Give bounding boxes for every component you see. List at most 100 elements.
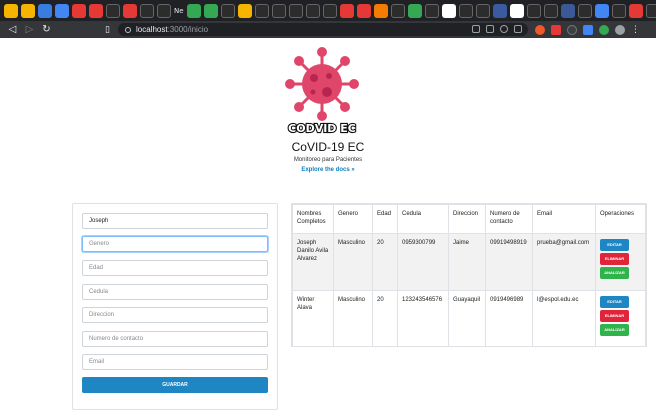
column-header: Cedula (397, 204, 449, 234)
profile-avatar[interactable] (615, 24, 625, 35)
tab-favicon[interactable] (288, 3, 303, 18)
tab-favicon[interactable] (72, 3, 86, 18)
back-icon[interactable]: ◁ (4, 24, 21, 35)
tab-favicon[interactable] (106, 3, 120, 18)
translate-extension-icon[interactable] (583, 24, 593, 35)
table-cell: 20 (372, 290, 398, 347)
patient-form: Joseph Genero Edad Cedula Direccion Nume… (72, 203, 278, 410)
tab-favicon[interactable] (157, 3, 171, 18)
eliminar-button[interactable]: ELIMINAR (600, 253, 629, 265)
tab-favicon[interactable] (560, 3, 575, 18)
analizar-button[interactable]: ANALIZAR (600, 324, 629, 336)
table-cell: l@espol.edu.ec (532, 290, 596, 347)
tab-favicon[interactable] (305, 3, 320, 18)
tab-favicon[interactable] (492, 3, 507, 18)
tab-favicon[interactable] (89, 3, 103, 18)
tab-favicon[interactable] (203, 3, 218, 18)
browser-toolbar: ◁ ▷ ↻ ▯ localhost:3000/inicio ⋮ (0, 21, 656, 38)
direccion-input[interactable]: Direccion (82, 307, 268, 323)
table-row: Joseph Danilo Avila Alvarez Masculino 20… (292, 233, 646, 291)
table-cell: Guayaquil (448, 290, 486, 347)
zoom-icon[interactable] (500, 25, 508, 33)
explore-docs-link[interactable]: Explore the docs » (0, 167, 656, 173)
tab-favicon[interactable] (356, 3, 371, 18)
edad-input[interactable]: Edad (82, 260, 268, 276)
table-cell: Joseph Danilo Avila Alvarez (292, 233, 334, 291)
tab-favicon[interactable] (237, 3, 252, 18)
tab-favicon[interactable] (441, 3, 456, 18)
table-cell: prueba@gmail.com (532, 233, 596, 291)
tab-favicon[interactable] (390, 3, 405, 18)
tab-favicon[interactable] (339, 3, 354, 18)
tab-favicon[interactable] (55, 3, 69, 18)
tab-favicon[interactable] (475, 3, 490, 18)
tab-favicon[interactable] (123, 3, 137, 18)
operations-cell: EDITAR ELIMINAR ANALIZAR (595, 290, 646, 347)
analizar-button[interactable]: ANALIZAR (600, 267, 629, 279)
tab-favicon[interactable] (254, 3, 269, 18)
menu-icon[interactable]: ⋮ (631, 24, 640, 35)
codvid-logo: CODVID EC (285, 47, 359, 136)
tab-favicon[interactable] (21, 3, 35, 18)
tab-favicon[interactable] (407, 3, 422, 18)
column-header: Numero de contacto (485, 204, 533, 234)
tab-favicon[interactable] (628, 3, 643, 18)
extension-icon[interactable] (567, 24, 577, 35)
forward-icon[interactable]: ▷ (21, 24, 38, 35)
eliminar-button[interactable]: ELIMINAR (600, 310, 629, 322)
nombre-input[interactable]: Joseph (82, 213, 268, 229)
tab-favicon[interactable] (509, 3, 524, 18)
tab-favicon[interactable] (322, 3, 337, 18)
extensions-bar: ⋮ (535, 24, 640, 35)
editar-button[interactable]: EDITAR (600, 296, 629, 308)
table-cell: 123243546576 (397, 290, 449, 347)
tab-favicon[interactable] (611, 3, 626, 18)
numero-contacto-input[interactable]: Numero de contacto (82, 331, 268, 347)
tab-favicon[interactable] (186, 3, 201, 18)
star-icon[interactable] (514, 25, 522, 33)
tab-favicon[interactable] (594, 3, 609, 18)
translate-icon[interactable] (472, 25, 480, 33)
extension-icon[interactable] (551, 24, 561, 35)
tab-favicon[interactable] (424, 3, 439, 18)
cedula-input[interactable]: Cedula (82, 284, 268, 300)
column-header: Direccion (448, 204, 486, 234)
site-info-icon[interactable] (125, 26, 131, 33)
tab-label[interactable]: Ne (174, 4, 184, 18)
tab-favicon[interactable] (458, 3, 473, 18)
email-input[interactable]: Email (82, 354, 268, 370)
table-cell: 0919496989 (485, 290, 533, 347)
table-cell: 09919498919 (485, 233, 533, 291)
table-cell: Masculino (333, 233, 373, 291)
tab-favicon[interactable] (4, 3, 18, 18)
tab-favicon[interactable] (526, 3, 541, 18)
column-header: Edad (372, 204, 398, 234)
editar-button[interactable]: EDITAR (600, 239, 629, 251)
address-bar[interactable]: localhost:3000/inicio (118, 23, 528, 36)
bookmark-icon[interactable]: ▯ (105, 25, 110, 35)
genero-input[interactable]: Genero (82, 236, 268, 252)
tab-favicon[interactable] (645, 3, 656, 18)
guardar-button[interactable]: GUARDAR (82, 377, 268, 393)
tab-favicon[interactable] (577, 3, 592, 18)
brave-icon[interactable] (535, 24, 545, 35)
url-path: :3000/inicio (167, 25, 209, 34)
column-header: Email (532, 204, 596, 234)
extension-icon[interactable] (599, 24, 609, 35)
table-cell: Winter Alava (292, 290, 334, 347)
patients-table: Nombres Completos Genero Edad Cedula Dir… (291, 203, 647, 347)
tab-favicon[interactable] (543, 3, 558, 18)
tab-favicon[interactable] (220, 3, 235, 18)
table-header-row: Nombres Completos Genero Edad Cedula Dir… (292, 204, 646, 234)
column-header: Operaciones (595, 204, 646, 234)
table-cell: Masculino (333, 290, 373, 347)
table-cell: 0959300799 (397, 233, 449, 291)
tab-favicon[interactable] (140, 3, 154, 18)
tab-favicon[interactable] (373, 3, 388, 18)
tab-favicon[interactable] (38, 3, 52, 18)
virus-icon (285, 47, 359, 121)
column-header: Nombres Completos (292, 204, 334, 234)
tab-favicon[interactable] (271, 3, 286, 18)
share-icon[interactable] (486, 25, 494, 33)
reload-icon[interactable]: ↻ (38, 24, 55, 35)
